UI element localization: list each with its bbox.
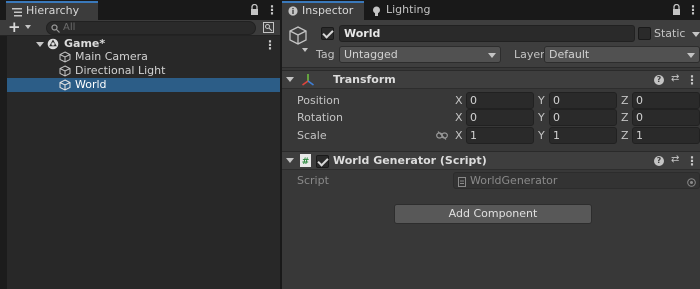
tab-lighting[interactable]: Lighting	[366, 1, 446, 20]
scale-z-field[interactable]: 1	[632, 127, 700, 144]
object-picker-icon[interactable]	[687, 176, 696, 188]
scene-row[interactable]: Game* ⋮	[7, 37, 280, 51]
add-component-button[interactable]: Add Component	[394, 204, 592, 224]
constrain-proportions-link-icon[interactable]	[436, 130, 448, 143]
search-options-icon[interactable]	[263, 22, 274, 36]
help-icon[interactable]: ?	[654, 75, 664, 85]
gameobject-cube-icon	[59, 51, 71, 63]
axis-z-label[interactable]: Z	[621, 94, 629, 107]
script-label: Script	[297, 174, 329, 187]
script-component-title: World Generator (Script)	[333, 154, 487, 167]
presets-icon[interactable]: ⇄	[671, 155, 681, 165]
world-generator-header[interactable]: # World Generator (Script) ? ⇄ ⋮	[282, 151, 700, 170]
tag-dropdown[interactable]: Untagged	[339, 46, 501, 63]
hierarchy-tabbar: Hierarchy ⋮	[0, 0, 280, 20]
scene-name: Game*	[64, 37, 106, 50]
tab-inspector[interactable]: Inspector	[282, 1, 364, 20]
script-value: WorldGenerator	[470, 174, 558, 187]
inspector-tab-label: Inspector	[302, 4, 354, 17]
svg-text:#: #	[302, 157, 310, 167]
lighting-tab-label: Lighting	[386, 3, 431, 16]
transform-header[interactable]: Transform ? ⇄ ⋮	[282, 70, 700, 89]
scale-y-field[interactable]: 1	[549, 127, 617, 144]
script-object-field[interactable]: WorldGenerator	[453, 172, 700, 189]
component-menu-icon[interactable]: ⋮	[686, 155, 698, 167]
hierarchy-item-directional-light[interactable]: Directional Light	[7, 64, 280, 78]
inspector-menu-icon[interactable]: ⋮	[687, 4, 699, 16]
static-dropdown-arrow[interactable]	[692, 32, 700, 37]
scale-x-field[interactable]: 1	[466, 127, 534, 144]
hierarchy-item-main-camera[interactable]: Main Camera	[7, 50, 280, 64]
layer-value: Default	[549, 48, 590, 61]
layer-label: Layer	[514, 48, 545, 61]
chevron-down-icon	[302, 48, 308, 52]
axis-x-label[interactable]: X	[455, 129, 463, 142]
object-name-field[interactable]: World	[339, 25, 635, 42]
position-y-field[interactable]: 0	[549, 92, 617, 109]
active-checkbox[interactable]	[321, 27, 334, 40]
foldout-arrow-icon[interactable]	[286, 158, 294, 163]
script-file-icon	[458, 176, 466, 188]
scale-label: Scale	[297, 129, 327, 142]
position-x-field[interactable]: 0	[466, 92, 534, 109]
layer-dropdown[interactable]: Default	[544, 46, 700, 63]
static-checkbox[interactable]	[638, 27, 651, 40]
gameobject-cube-icon	[59, 65, 71, 77]
object-header: World Static Tag Untagged Layer Default	[282, 20, 700, 68]
inspector-tabbar: Inspector Lighting ⋮	[282, 0, 700, 20]
hierarchy-panel: Hierarchy ⋮ + All Game* ⋮ Main Camera Di…	[0, 0, 280, 289]
list-icon	[12, 6, 22, 17]
chevron-down-icon	[488, 53, 496, 58]
chevron-down-icon	[25, 25, 31, 29]
info-icon	[288, 5, 298, 21]
static-label: Static	[654, 27, 686, 40]
add-object-button[interactable]: +	[8, 19, 36, 35]
hierarchy-toolbar: + All	[0, 19, 280, 36]
hierarchy-search-input[interactable]: All	[46, 21, 256, 35]
component-enabled-checkbox[interactable]	[316, 155, 329, 168]
axis-x-label[interactable]: X	[455, 94, 463, 107]
hierarchy-item-label: Directional Light	[75, 64, 166, 77]
axis-x-label[interactable]: X	[455, 111, 463, 124]
rotation-label: Rotation	[297, 111, 344, 124]
hierarchy-item-label: World	[75, 78, 107, 91]
foldout-arrow-icon[interactable]	[36, 42, 44, 47]
position-z-field[interactable]: 0	[632, 92, 700, 109]
hierarchy-item-world[interactable]: World	[7, 78, 280, 92]
rotation-y-field[interactable]: 0	[549, 109, 617, 126]
lock-icon[interactable]	[250, 3, 259, 18]
search-icon	[51, 24, 60, 37]
axis-z-label[interactable]: Z	[621, 129, 629, 142]
tag-label: Tag	[316, 48, 335, 61]
component-menu-icon[interactable]: ⋮	[686, 74, 698, 86]
search-placeholder: All	[63, 22, 76, 33]
tag-value: Untagged	[344, 48, 398, 61]
axis-z-label[interactable]: Z	[621, 111, 629, 124]
transform-axes-icon	[301, 73, 315, 90]
gameobject-cube-icon	[59, 79, 71, 91]
csharp-script-icon: #	[300, 154, 311, 170]
axis-y-label[interactable]: Y	[538, 94, 545, 107]
rotation-z-field[interactable]: 0	[632, 109, 700, 126]
hierarchy-gutter	[0, 36, 7, 289]
plus-icon: +	[8, 18, 21, 36]
axis-y-label[interactable]: Y	[538, 111, 545, 124]
hierarchy-menu-icon[interactable]: ⋮	[266, 4, 278, 16]
lock-icon[interactable]	[672, 3, 681, 18]
axis-y-label[interactable]: Y	[538, 129, 545, 142]
rotation-x-field[interactable]: 0	[466, 109, 534, 126]
hierarchy-tab-label: Hierarchy	[26, 4, 80, 17]
presets-icon[interactable]: ⇄	[671, 74, 681, 84]
transform-title: Transform	[333, 73, 396, 86]
inspector-panel: Inspector Lighting ⋮ World Static Tag Un…	[282, 0, 700, 289]
help-icon[interactable]: ?	[654, 156, 664, 166]
gameobject-icon[interactable]	[288, 26, 308, 52]
position-label: Position	[297, 94, 340, 107]
hierarchy-item-label: Main Camera	[75, 50, 148, 63]
chevron-down-icon	[687, 53, 695, 58]
object-name: World	[344, 27, 381, 40]
foldout-arrow-icon[interactable]	[286, 77, 294, 82]
